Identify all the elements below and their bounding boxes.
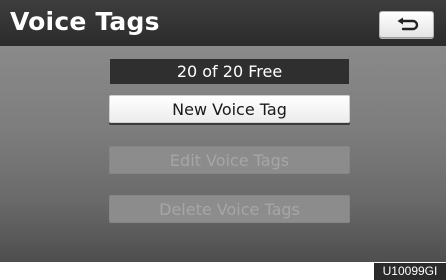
screen: Voice Tags 20 of 20 Free New Voice Tag E… xyxy=(0,0,446,262)
return-arrow-icon xyxy=(397,17,419,31)
delete-voice-tags-button: Delete Voice Tags xyxy=(109,195,350,223)
back-button[interactable] xyxy=(379,11,434,39)
edit-voice-tags-button: Edit Voice Tags xyxy=(109,146,350,174)
new-voice-tag-button[interactable]: New Voice Tag xyxy=(109,95,350,123)
free-count-label: 20 of 20 Free xyxy=(110,59,349,84)
page-title: Voice Tags xyxy=(10,7,160,36)
image-code-label: U10099GI xyxy=(374,263,446,280)
title-bar: Voice Tags xyxy=(0,0,446,46)
